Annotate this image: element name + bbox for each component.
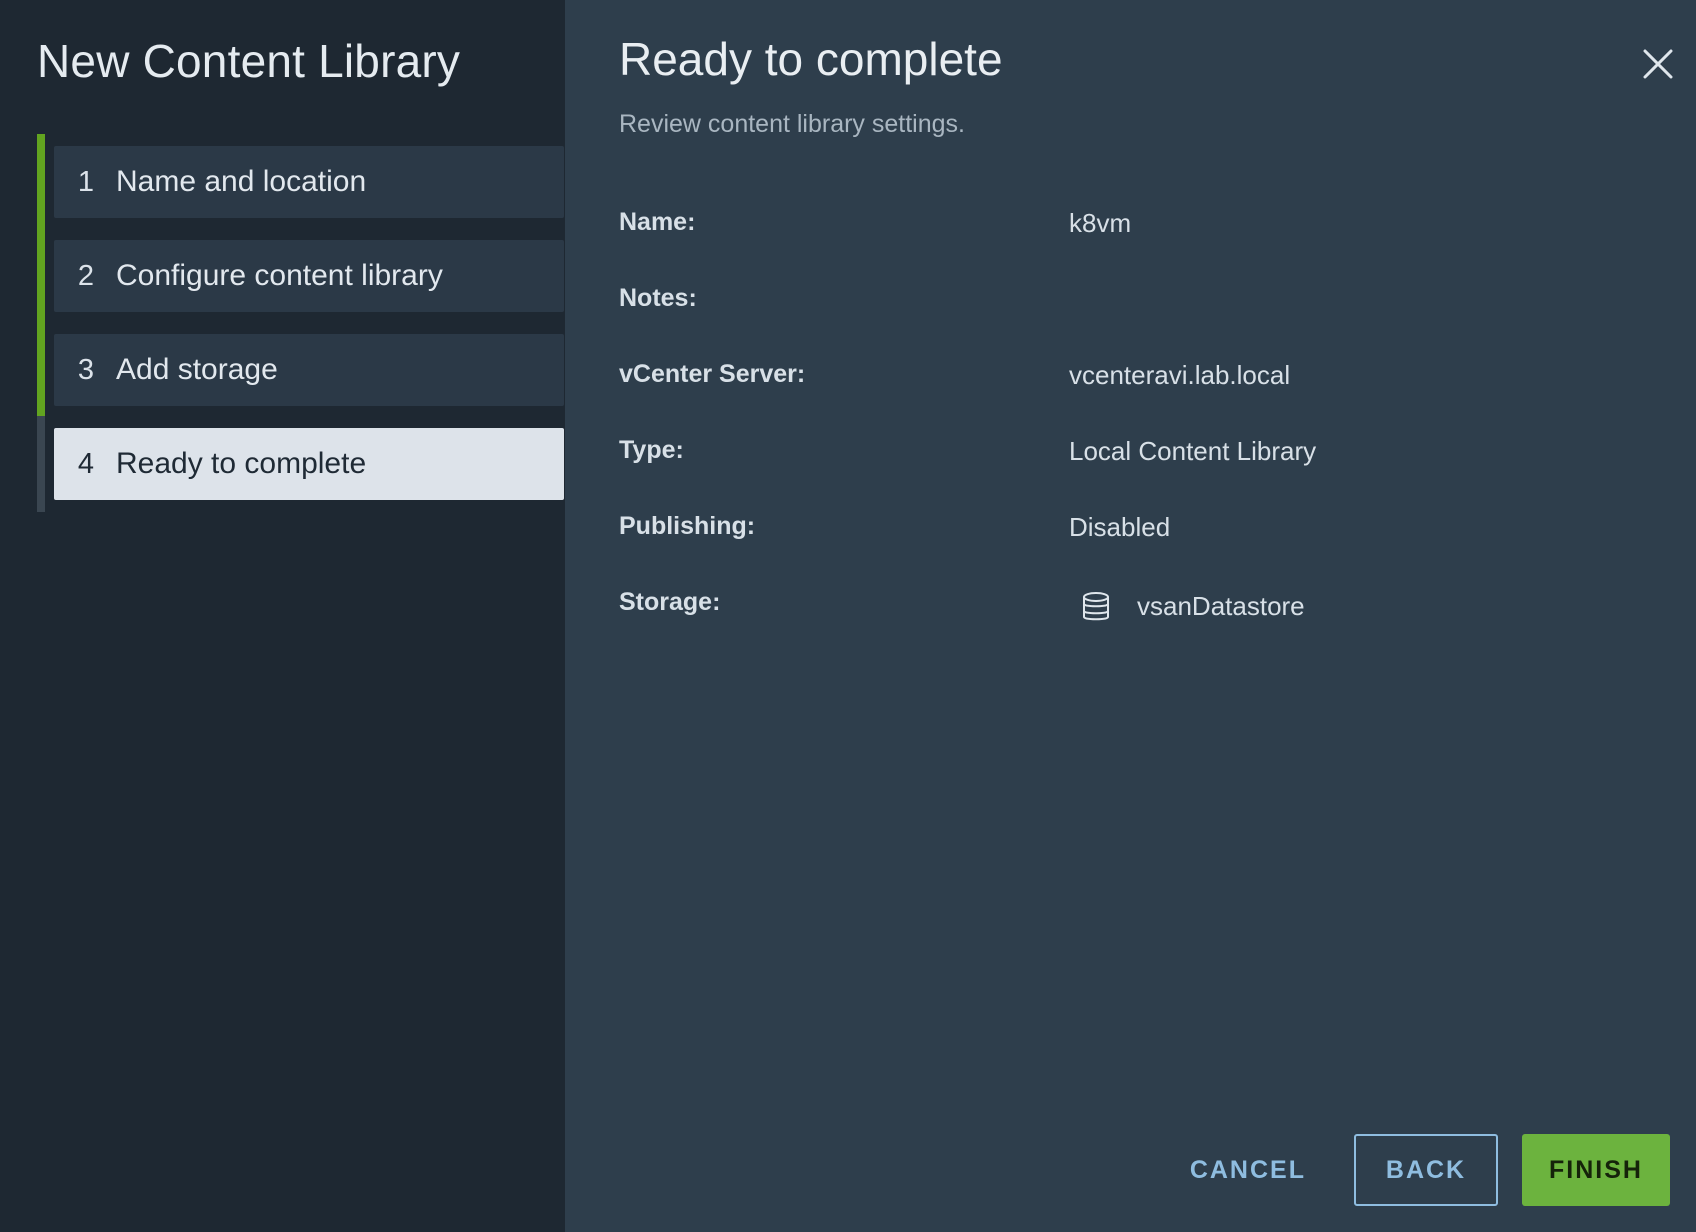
step-add-storage[interactable]: 3 Add storage (54, 334, 564, 406)
review-row-vcenter: vCenter Server: vcenteravi.lab.local (619, 360, 1619, 436)
steps-progress-track (37, 134, 45, 512)
datastore-icon (1083, 592, 1109, 621)
review-settings: Name: k8vm Notes: vCenter Server: vcente… (619, 208, 1619, 664)
step-number: 1 (77, 165, 94, 198)
name-value: k8vm (1069, 208, 1132, 238)
step-label: Ready to complete (116, 447, 367, 480)
close-icon (1643, 49, 1673, 79)
review-row-publishing: Publishing: Disabled (619, 512, 1619, 588)
wizard-steps: 1 Name and location 2 Configure content … (54, 146, 564, 522)
review-row-storage: Storage: vsanDatastore (619, 588, 1619, 664)
review-row-name: Name: k8vm (619, 208, 1619, 284)
notes-label: Notes: (619, 284, 697, 312)
page-title: Ready to complete (619, 33, 1003, 85)
step-number: 3 (77, 353, 94, 386)
step-label: Name and location (116, 165, 367, 198)
steps-progress-completed (37, 134, 45, 416)
finish-button[interactable]: FINISH (1522, 1134, 1670, 1206)
page-subtitle: Review content library settings. (619, 110, 965, 138)
review-row-notes: Notes: (619, 284, 1619, 360)
back-button[interactable]: BACK (1354, 1134, 1498, 1206)
type-value: Local Content Library (1069, 436, 1317, 466)
step-configure-content-library[interactable]: 2 Configure content library (54, 240, 564, 312)
step-label: Configure content library (116, 259, 443, 292)
step-number: 2 (77, 259, 94, 292)
vcenter-server-label: vCenter Server: (619, 360, 806, 388)
close-button[interactable] (1638, 44, 1678, 84)
step-number: 4 (77, 447, 94, 480)
step-name-and-location[interactable]: 1 Name and location (54, 146, 564, 218)
wizard-nav-panel: New Content Library 1 Name and location … (0, 0, 565, 1232)
review-row-type: Type: Local Content Library (619, 436, 1619, 512)
storage-value: vsanDatastore (1069, 588, 1305, 624)
cancel-button[interactable]: CANCEL (1164, 1134, 1332, 1206)
name-label: Name: (619, 208, 696, 236)
wizard-footer: CANCEL BACK FINISH (1164, 1134, 1670, 1206)
wizard-title: New Content Library (37, 35, 461, 87)
publishing-label: Publishing: (619, 512, 756, 540)
step-label: Add storage (116, 353, 278, 386)
storage-label: Storage: (619, 588, 721, 616)
wizard-content-panel: Ready to complete Review content library… (565, 0, 1696, 1232)
storage-name: vsanDatastore (1137, 590, 1305, 621)
vcenter-server-value: vcenteravi.lab.local (1069, 360, 1291, 390)
new-content-library-wizard: New Content Library 1 Name and location … (0, 0, 1696, 1232)
step-ready-to-complete[interactable]: 4 Ready to complete (54, 428, 564, 500)
publishing-value: Disabled (1069, 512, 1171, 542)
type-label: Type: (619, 436, 684, 464)
